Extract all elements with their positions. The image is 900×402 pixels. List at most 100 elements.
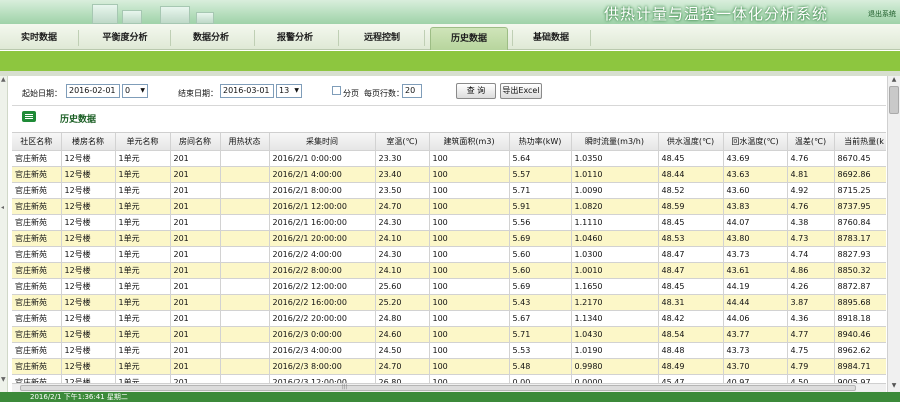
table-row[interactable]: 官庄新苑 12号楼 1单元 201 2016/2/3 8:00:00 24.70 100 5.…: [12, 358, 886, 375]
table-cell: [220, 262, 270, 279]
table-cell: 4.26: [787, 278, 835, 295]
table-cell: 43.73: [723, 342, 788, 359]
table-cell: 4.75: [787, 342, 835, 359]
end-hour-select[interactable]: 13 ▼: [276, 84, 302, 98]
table-row[interactable]: 官庄新苑 12号楼 1单元 201 2016/2/1 16:00:00 24.30 100 5…: [12, 214, 886, 231]
column-header[interactable]: 热功率(kW): [509, 133, 572, 151]
table-cell: 8895.68: [834, 294, 886, 311]
table-cell: 1单元: [115, 150, 171, 167]
tab-base-data[interactable]: 基础数据: [516, 27, 586, 50]
tab-realtime-data[interactable]: 实时数据: [4, 27, 74, 50]
table-cell: 100: [429, 166, 510, 183]
column-header[interactable]: 单元名称: [115, 133, 171, 151]
table-cell: 1.0190: [571, 342, 659, 359]
table-cell: 官庄新苑: [12, 310, 62, 327]
table-cell: 43.63: [723, 166, 788, 183]
table-row[interactable]: 官庄新苑 12号楼 1单元 201 2016/2/1 8:00:00 23.50 100 5.…: [12, 182, 886, 199]
table-cell: 48.53: [658, 230, 724, 247]
column-header[interactable]: 回水温度(℃): [723, 133, 788, 151]
end-hour-value: 13: [279, 86, 290, 95]
table-row[interactable]: 官庄新苑 12号楼 1单元 201 2016/2/3 4:00:00 24.50 100 5.…: [12, 342, 886, 359]
table-cell: [220, 246, 270, 263]
building-graphic: [92, 4, 118, 24]
rows-per-page-input[interactable]: 20: [402, 84, 422, 98]
table-cell: 官庄新苑: [12, 150, 62, 167]
column-header[interactable]: 供水温度(℃): [658, 133, 724, 151]
table-row[interactable]: 官庄新苑 12号楼 1单元 201 2016/2/1 4:00:00 23.40 100 5.…: [12, 166, 886, 183]
table-cell: 48.59: [658, 198, 724, 215]
table-cell: 12号楼: [61, 326, 116, 343]
vertical-scroll-thumb[interactable]: [889, 86, 899, 114]
table-cell: 48.49: [658, 358, 724, 375]
rows-per-page-label: 每页行数：: [364, 89, 404, 98]
table-cell: 2016/2/1 20:00:00: [269, 230, 376, 247]
column-header[interactable]: 建筑面积(m3): [429, 133, 510, 151]
table-cell: 43.61: [723, 262, 788, 279]
table-row[interactable]: 官庄新苑 12号楼 1单元 201 2016/2/2 8:00:00 24.10 100 5.…: [12, 262, 886, 279]
scroll-up-icon[interactable]: ▲: [889, 76, 899, 84]
scroll-down-icon[interactable]: ▼: [889, 382, 899, 390]
logout-link[interactable]: 退出系统: [868, 9, 896, 19]
table-cell: 1单元: [115, 358, 171, 375]
table-row[interactable]: 官庄新苑 12号楼 1单元 201 2016/2/2 4:00:00 24.30 100 5.…: [12, 246, 886, 263]
horizontal-scroll-thumb[interactable]: [20, 385, 856, 391]
table-row[interactable]: 官庄新苑 12号楼 1单元 201 2016/2/3 0:00:00 24.60 100 5.…: [12, 326, 886, 343]
table-cell: 5.56: [509, 214, 572, 231]
table-cell: 24.10: [375, 262, 430, 279]
table-cell: 201: [170, 326, 221, 343]
table-cell: [220, 214, 270, 231]
tab-remote-control[interactable]: 远程控制: [344, 27, 420, 50]
table-cell: 官庄新苑: [12, 262, 62, 279]
table-cell: 201: [170, 230, 221, 247]
tab-alarm-analysis[interactable]: 报警分析: [260, 27, 330, 50]
collapse-up-icon[interactable]: ▲: [1, 76, 6, 83]
table-row[interactable]: 官庄新苑 12号楼 1单元 201 2016/2/2 12:00:00 25.60 100 5…: [12, 278, 886, 295]
tab-history-data[interactable]: 历史数据: [430, 27, 508, 50]
table-cell: 23.40: [375, 166, 430, 183]
vertical-scrollbar[interactable]: ▲ ▼: [887, 76, 900, 392]
column-header[interactable]: 用热状态: [220, 133, 270, 151]
paging-checkbox[interactable]: [332, 86, 341, 95]
export-excel-button[interactable]: 导出Excel: [500, 83, 542, 99]
table-cell: 12号楼: [61, 262, 116, 279]
column-header[interactable]: 社区名称: [12, 133, 62, 151]
column-header[interactable]: 楼房名称: [61, 133, 116, 151]
column-header[interactable]: 温差(℃): [787, 133, 835, 151]
table-cell: 100: [429, 358, 510, 375]
column-header[interactable]: 瞬时流量(m3/h): [571, 133, 659, 151]
table-cell: 8940.46: [834, 326, 886, 343]
query-button[interactable]: 查 询: [456, 83, 496, 99]
main-nav: 实时数据 平衡度分析 数据分析 报警分析 远程控制 历史数据 基础数据: [0, 24, 900, 50]
table-cell: 4.38: [787, 214, 835, 231]
table-cell: 4.86: [787, 262, 835, 279]
table-cell: 201: [170, 182, 221, 199]
column-header[interactable]: 采集时间: [269, 133, 376, 151]
collapse-icon[interactable]: ◂: [1, 204, 4, 211]
table-cell: 4.76: [787, 198, 835, 215]
table-row[interactable]: 官庄新苑 12号楼 1单元 201 2016/2/2 16:00:00 25.20 100 5…: [12, 294, 886, 311]
column-header[interactable]: 房间名称: [170, 133, 221, 151]
tab-data-analysis[interactable]: 数据分析: [176, 27, 246, 50]
end-date-input[interactable]: 2016-03-01: [220, 84, 274, 98]
table-row[interactable]: 官庄新苑 12号楼 1单元 201 2016/2/1 0:00:00 23.30 100 5.…: [12, 150, 886, 167]
column-header[interactable]: 当前热量(k: [834, 133, 886, 151]
table-cell: 4.81: [787, 166, 835, 183]
column-header[interactable]: 室温(℃): [375, 133, 430, 151]
table-row[interactable]: 官庄新苑 12号楼 1单元 201 2016/2/1 20:00:00 24.10 100 5…: [12, 230, 886, 247]
start-hour-select[interactable]: 0 ▼: [122, 84, 148, 98]
table-row[interactable]: 官庄新苑 12号楼 1单元 201 2016/2/1 12:00:00 24.70 100 5…: [12, 198, 886, 215]
table-cell: 1.0010: [571, 262, 659, 279]
table-cell: 1单元: [115, 278, 171, 295]
table-cell: 44.06: [723, 310, 788, 327]
horizontal-scrollbar[interactable]: |||: [12, 383, 886, 392]
collapse-down-icon[interactable]: ▼: [1, 376, 6, 383]
table-cell: 8984.71: [834, 358, 886, 375]
table-cell: 官庄新苑: [12, 230, 62, 247]
table-cell: 8692.86: [834, 166, 886, 183]
table-cell: 2016/2/3 0:00:00: [269, 326, 376, 343]
table-row[interactable]: 官庄新苑 12号楼 1单元 201 2016/2/2 20:00:00 24.80 100 5…: [12, 310, 886, 327]
building-graphic: [160, 6, 190, 24]
tab-balance-analysis[interactable]: 平衡度分析: [84, 27, 166, 50]
start-date-input[interactable]: 2016-02-01: [66, 84, 120, 98]
chevron-down-icon: ▼: [140, 87, 145, 94]
